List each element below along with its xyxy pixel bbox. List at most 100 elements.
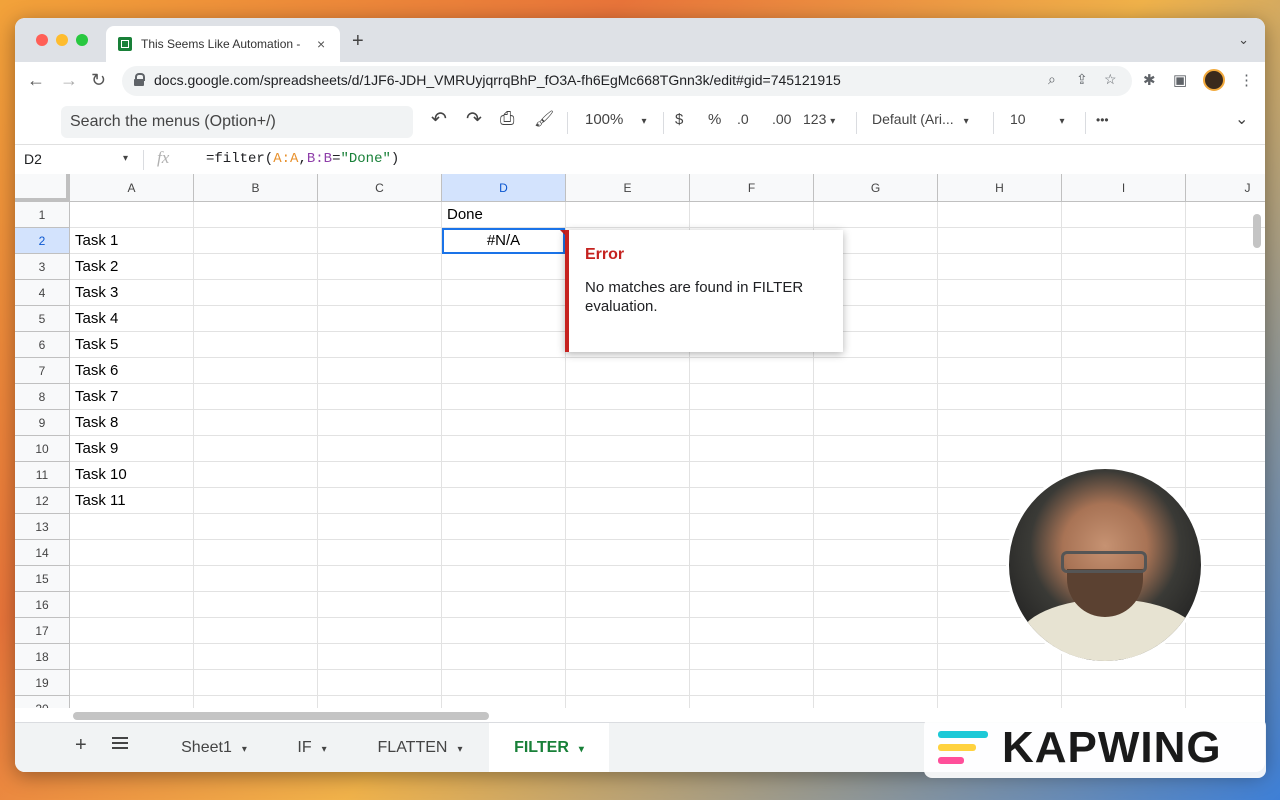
column-header-f[interactable]: F xyxy=(690,174,814,202)
cell-a12[interactable]: Task 11 xyxy=(70,488,194,514)
row-header-3[interactable]: 3 xyxy=(15,254,70,280)
row-header-15[interactable]: 15 xyxy=(15,566,70,592)
search-menus-input[interactable]: Search the menus (Option+/) xyxy=(61,106,413,138)
more-options-icon[interactable]: ••• xyxy=(1096,113,1109,127)
cell-a3[interactable]: Task 2 xyxy=(70,254,194,280)
chevron-down-icon: ▾ xyxy=(578,744,584,755)
back-button[interactable]: ← xyxy=(27,70,45,91)
fx-icon: fx xyxy=(157,148,170,167)
cell-a8[interactable]: Task 7 xyxy=(70,384,194,410)
profile-avatar[interactable] xyxy=(1203,69,1225,91)
sheet-tab-filter[interactable]: FILTER ▾ xyxy=(489,723,609,772)
more-formats-button[interactable]: 123 ▾ xyxy=(803,111,835,127)
bookmark-star-icon[interactable]: ☆ xyxy=(1104,71,1117,88)
cell-d2-selected[interactable]: #N/A xyxy=(442,228,565,254)
maximize-window-button[interactable] xyxy=(76,34,88,46)
undo-icon[interactable]: ↶ xyxy=(431,108,447,131)
sheet-tab-label: FLATTEN xyxy=(377,739,448,756)
row-header-14[interactable]: 14 xyxy=(15,540,70,566)
row-header-19[interactable]: 19 xyxy=(15,670,70,696)
chevron-down-icon: ▾ xyxy=(241,744,247,755)
cell-a10[interactable]: Task 9 xyxy=(70,436,194,462)
horizontal-scrollbar[interactable] xyxy=(73,712,489,720)
sheet-tab-if[interactable]: IF ▾ xyxy=(277,723,347,772)
side-panel-icon[interactable]: ▣ xyxy=(1173,71,1187,89)
chevron-down-icon[interactable]: ▾ xyxy=(123,153,128,164)
column-header-j[interactable]: J xyxy=(1186,174,1265,202)
row-header-18[interactable]: 18 xyxy=(15,644,70,670)
kapwing-logo-bar xyxy=(938,731,988,738)
grid-line xyxy=(70,669,1265,670)
row-header-10[interactable]: 10 xyxy=(15,436,70,462)
column-header-d[interactable]: D xyxy=(442,174,566,202)
row-header-11[interactable]: 11 xyxy=(15,462,70,488)
cell-a5[interactable]: Task 4 xyxy=(70,306,194,332)
sheet-tab-sheet1[interactable]: Sheet1 ▾ xyxy=(158,723,270,772)
collapse-toolbar-chevron-icon[interactable]: ⌄ xyxy=(1235,109,1248,129)
row-header-13[interactable]: 13 xyxy=(15,514,70,540)
row-header-4[interactable]: 4 xyxy=(15,280,70,306)
all-sheets-menu-icon[interactable] xyxy=(112,737,128,751)
row-header-9[interactable]: 9 xyxy=(15,410,70,436)
name-box[interactable]: D2 xyxy=(24,151,42,167)
error-title: Error xyxy=(585,246,625,263)
cell-a2[interactable]: Task 1 xyxy=(70,228,194,254)
cell-a7[interactable]: Task 6 xyxy=(70,358,194,384)
select-all-corner[interactable] xyxy=(15,174,70,202)
cell-a9[interactable]: Task 8 xyxy=(70,410,194,436)
row-header-5[interactable]: 5 xyxy=(15,306,70,332)
print-icon[interactable]: ⎙ xyxy=(500,108,514,129)
formula-input[interactable]: =filter(A:A,B:B="Done") xyxy=(206,151,399,167)
url-input[interactable]: docs.google.com/spreadsheets/d/1JF6-JDH_… xyxy=(122,66,1132,96)
minimize-window-button[interactable] xyxy=(56,34,68,46)
extensions-icon[interactable]: ✱ xyxy=(1143,71,1156,89)
cell-a11[interactable]: Task 10 xyxy=(70,462,194,488)
currency-format-button[interactable]: $ xyxy=(675,111,683,128)
chevron-down-icon: ▾ xyxy=(457,744,463,755)
webcam-overlay xyxy=(1006,466,1204,664)
row-header-17[interactable]: 17 xyxy=(15,618,70,644)
row-header-20[interactable]: 20 xyxy=(15,696,70,708)
percent-format-button[interactable]: % xyxy=(708,111,721,128)
paint-format-icon[interactable]: 🖌 xyxy=(534,109,554,129)
row-header-2[interactable]: 2 xyxy=(15,228,70,254)
zoom-select[interactable]: 100% ▾ xyxy=(585,111,647,128)
column-header-c[interactable]: C xyxy=(318,174,442,202)
increase-decimal-button[interactable]: .00 xyxy=(772,111,791,127)
share-icon[interactable]: ⇪ xyxy=(1076,71,1088,88)
row-header-1[interactable]: 1 xyxy=(15,202,70,228)
column-header-e[interactable]: E xyxy=(566,174,690,202)
font-size-select[interactable]: 10 ▾ xyxy=(1010,111,1065,127)
browser-tab[interactable]: This Seems Like Automation - × xyxy=(106,26,340,62)
browser-menu-icon[interactable]: ⋮ xyxy=(1239,71,1254,89)
formula-range-a: A:A xyxy=(273,151,299,167)
add-sheet-button[interactable]: + xyxy=(75,734,87,757)
row-header-7[interactable]: 7 xyxy=(15,358,70,384)
formula-range-b: B:B xyxy=(306,151,333,167)
forward-button[interactable]: → xyxy=(60,70,78,91)
close-window-button[interactable] xyxy=(36,34,48,46)
reload-button[interactable]: ↻ xyxy=(91,70,106,91)
row-header-16[interactable]: 16 xyxy=(15,592,70,618)
column-header-b[interactable]: B xyxy=(194,174,318,202)
new-tab-button[interactable]: + xyxy=(352,30,364,53)
cell-d1[interactable]: Done xyxy=(442,202,566,228)
row-header-8[interactable]: 8 xyxy=(15,384,70,410)
column-header-g[interactable]: G xyxy=(814,174,938,202)
zoom-icon[interactable]: ⌕ xyxy=(1048,71,1056,88)
kapwing-logo-bar xyxy=(938,744,976,751)
tab-list-chevron-down-icon[interactable]: ⌄ xyxy=(1238,32,1249,48)
cell-a4[interactable]: Task 3 xyxy=(70,280,194,306)
font-family-select[interactable]: Default (Ari... ▾ xyxy=(872,111,969,127)
column-header-h[interactable]: H xyxy=(938,174,1062,202)
row-header-6[interactable]: 6 xyxy=(15,332,70,358)
sheet-tab-flatten[interactable]: FLATTEN ▾ xyxy=(355,723,485,772)
close-icon[interactable]: × xyxy=(317,36,325,52)
cell-a6[interactable]: Task 5 xyxy=(70,332,194,358)
vertical-scrollbar[interactable] xyxy=(1253,214,1261,248)
row-header-12[interactable]: 12 xyxy=(15,488,70,514)
column-header-i[interactable]: I xyxy=(1062,174,1186,202)
redo-icon[interactable]: ↷ xyxy=(466,108,482,131)
column-header-a[interactable]: A xyxy=(70,174,194,202)
decrease-decimal-button[interactable]: .0 xyxy=(737,111,749,127)
